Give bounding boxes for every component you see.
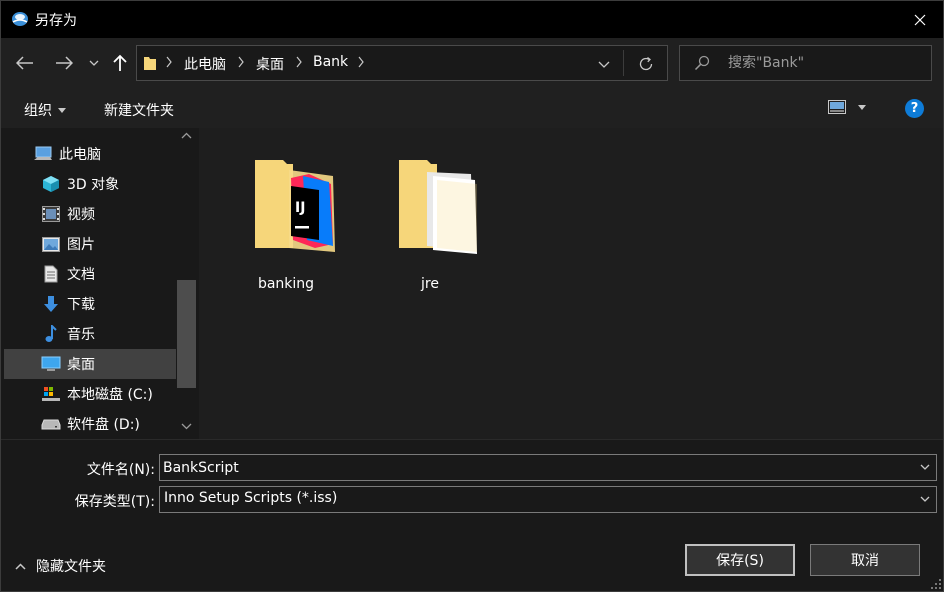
help-button[interactable]: ? [905, 99, 924, 118]
drive-d-icon [41, 414, 61, 434]
file-item-banking[interactable]: IJ banking [231, 144, 341, 292]
new-folder-button[interactable]: 新建文件夹 [104, 100, 174, 120]
filename-label: 文件名(N): [86, 462, 155, 478]
file-item-jre[interactable]: jre [375, 144, 485, 292]
app-icon [12, 12, 28, 26]
recent-locations-button[interactable] [85, 51, 103, 75]
address-dropdown-button[interactable] [592, 55, 616, 73]
scroll-down-icon[interactable] [181, 423, 192, 430]
caret-down-icon [858, 104, 866, 110]
sidebar-item-drive-d[interactable]: 软件盘 (D:) [4, 409, 176, 439]
chevron-down-icon[interactable] [920, 496, 930, 502]
chevron-down-icon [89, 60, 99, 66]
organize-button[interactable]: 组织 [24, 100, 66, 120]
save-options-panel: 文件名(N): 保存类型(T): Inno Setup Scripts (*.i… [1, 439, 943, 591]
save-button[interactable]: 保存(S) [685, 544, 795, 576]
breadcrumb-desktop[interactable]: 桌面 [256, 54, 284, 74]
close-button[interactable] [897, 1, 943, 38]
chevron-down-icon[interactable] [920, 464, 930, 470]
command-toolbar: 组织 新建文件夹 ? [1, 90, 943, 128]
chevron-up-icon [15, 562, 26, 570]
close-icon [914, 14, 926, 25]
view-icon [828, 100, 846, 114]
refresh-button[interactable] [631, 52, 661, 76]
sidebar-item-label: 图片 [67, 237, 95, 253]
download-icon [41, 294, 61, 314]
cancel-button[interactable]: 取消 [810, 544, 920, 576]
documents-icon [41, 264, 61, 284]
sidebar-item-desktop[interactable]: 桌面 [4, 349, 176, 379]
search-icon [694, 55, 710, 71]
chevron-right-icon[interactable] [357, 56, 365, 68]
filename-input[interactable] [163, 458, 903, 478]
scroll-up-icon[interactable] [181, 132, 192, 139]
sidebar-item-music[interactable]: 音乐 [4, 319, 176, 349]
sidebar-item-label: 此电脑 [59, 147, 101, 163]
file-list[interactable]: IJ banking jre [199, 128, 943, 439]
sidebar-item-label: 本地磁盘 (C:) [67, 387, 153, 403]
organize-label: 组织 [24, 103, 52, 119]
divider [623, 50, 624, 76]
save-as-dialog: 另存为 此电脑 桌面 Bank 搜索"Bank" 组织 新建文件夹 ? 此电脑 … [0, 0, 944, 592]
window-title: 另存为 [35, 13, 77, 29]
breadcrumb-this-pc[interactable]: 此电脑 [184, 54, 226, 74]
drive-c-icon [41, 384, 61, 404]
hide-folders-toggle[interactable]: 隐藏文件夹 [15, 556, 106, 576]
forward-button[interactable] [52, 51, 76, 75]
arrow-up-icon [113, 54, 127, 71]
svg-text:IJ: IJ [295, 200, 305, 216]
filetype-label: 保存类型(T): [74, 494, 155, 510]
sidebar-item-this-pc[interactable]: 此电脑 [4, 139, 176, 169]
hide-folders-label: 隐藏文件夹 [36, 559, 106, 575]
sidebar-item-documents[interactable]: 文档 [4, 259, 176, 289]
address-bar[interactable]: 此电脑 桌面 Bank [136, 45, 668, 81]
sidebar-item-videos[interactable]: 视频 [4, 199, 176, 229]
sidebar-item-drive-c[interactable]: 本地磁盘 (C:) [4, 379, 176, 409]
sidebar-item-pictures[interactable]: 图片 [4, 229, 176, 259]
chevron-right-icon[interactable] [237, 56, 245, 68]
resize-grip-icon[interactable] [931, 579, 941, 589]
sidebar-item-label: 视频 [67, 207, 95, 223]
navigation-bar: 此电脑 桌面 Bank [1, 38, 943, 90]
video-icon [41, 204, 61, 224]
change-view-button[interactable] [828, 100, 866, 114]
back-button[interactable] [13, 51, 37, 75]
music-icon [41, 324, 61, 344]
arrow-right-icon [56, 56, 73, 70]
pictures-icon [41, 234, 61, 254]
chevron-right-icon [166, 56, 172, 68]
scrollbar-thumb[interactable] [177, 280, 196, 388]
folder-icon [399, 160, 477, 254]
caret-down-icon [58, 107, 66, 113]
desktop-icon [41, 354, 61, 374]
file-name: jre [421, 276, 439, 292]
navigation-pane[interactable]: 此电脑 3D 对象 视频 图片 文档 下载 音乐 桌面 本地磁盘 (C:) 软件… [1, 128, 198, 439]
refresh-icon [639, 56, 653, 71]
sidebar-item-label: 文档 [67, 267, 95, 283]
chevron-down-icon [598, 61, 610, 68]
sidebar-item-label: 下载 [67, 297, 95, 313]
navigation-scrollbar[interactable] [176, 128, 198, 439]
chevron-right-icon[interactable] [295, 56, 303, 68]
sidebar-item-label: 音乐 [67, 327, 95, 343]
file-name: banking [257, 276, 315, 292]
sidebar-item-3d-objects[interactable]: 3D 对象 [4, 169, 176, 199]
arrow-left-icon [16, 56, 33, 70]
breadcrumb-bank[interactable]: Bank [313, 54, 348, 70]
up-button[interactable] [108, 51, 132, 75]
filetype-select[interactable]: Inno Setup Scripts (*.iss) [159, 486, 937, 513]
folder-icon [144, 57, 156, 70]
search-input[interactable] [728, 53, 923, 73]
cube-3d-icon [41, 174, 61, 194]
computer-icon [33, 144, 53, 164]
sidebar-item-label: 3D 对象 [67, 177, 120, 193]
sidebar-item-downloads[interactable]: 下载 [4, 289, 176, 319]
filename-combobox[interactable] [159, 454, 937, 481]
sidebar-item-label: 桌面 [67, 357, 95, 373]
title-bar: 另存为 [1, 1, 943, 38]
filetype-value: Inno Setup Scripts (*.iss) [164, 490, 338, 506]
sidebar-item-label: 软件盘 (D:) [67, 417, 140, 433]
intellij-folder-icon: IJ [255, 160, 335, 252]
search-box[interactable] [679, 45, 932, 81]
